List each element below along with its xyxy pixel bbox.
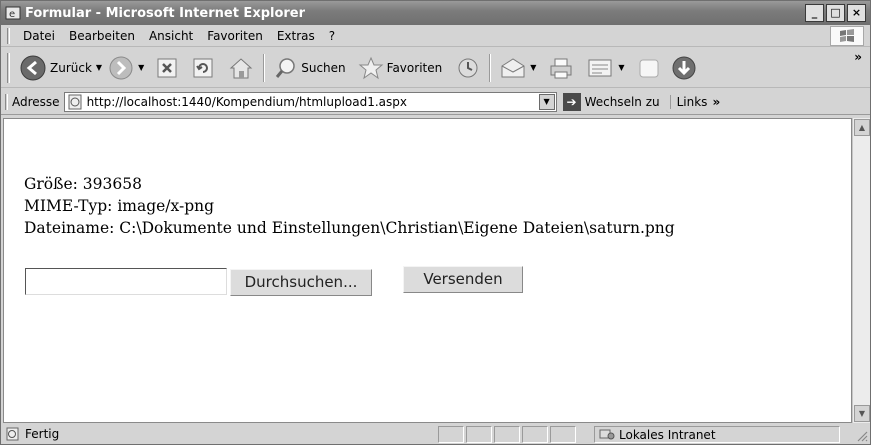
scroll-down-icon[interactable]: ▼ [854,405,870,422]
menu-help[interactable]: ? [322,29,342,43]
print-button[interactable] [545,52,577,84]
page-content: Größe: 393658 MIME-Typ: image/x-png Date… [3,118,852,423]
window-title: Formular - Microsoft Internet Explorer [25,5,306,21]
messenger-button[interactable] [668,52,700,84]
address-dropdown-icon[interactable]: ▼ [538,93,555,110]
discuss-button[interactable] [634,52,664,84]
mail-icon [501,57,525,77]
menu-extras[interactable]: Extras [270,29,322,43]
submit-button[interactable]: Versenden [403,266,523,293]
scroll-up-icon[interactable]: ▲ [854,119,870,136]
intranet-icon [599,429,615,440]
ie-logo-icon: e [5,6,21,20]
toolbar-grip[interactable] [7,52,10,83]
status-bar: Fertig Lokales Intranet [1,424,870,444]
home-button[interactable] [225,52,257,84]
go-arrow-icon: ➔ [562,92,581,111]
address-url: http://localhost:1440/Kompendium/htmlupl… [86,94,407,109]
vertical-scrollbar[interactable]: ▲ ▼ [852,118,870,423]
maximize-button[interactable]: □ [826,4,845,22]
go-label: Wechseln zu [584,94,660,109]
status-panel [494,426,520,443]
zone-label: Lokales Intranet [619,427,716,442]
title-bar: e Formular - Microsoft Internet Explorer… [1,1,870,25]
back-arrow-icon [20,55,46,80]
menu-bar: Datei Bearbeiten Ansicht Favoriten Extra… [1,25,870,47]
forward-button[interactable]: ▼ [105,52,147,84]
status-panel [438,426,464,443]
forward-arrow-icon [109,56,133,79]
file-name-text: Dateiname: C:\Dokumente und Einstellunge… [24,219,675,237]
menu-datei[interactable]: Datei [16,29,62,43]
edit-dropdown-icon[interactable]: ▼ [618,63,624,72]
search-label: Suchen [301,60,346,75]
resize-grip-icon[interactable] [856,430,868,442]
history-button[interactable] [453,52,483,84]
status-panel [550,426,576,443]
address-input[interactable]: http://localhost:1440/Kompendium/htmlupl… [63,91,557,112]
toolbar-separator [263,53,266,82]
window-controls: _ □ × [805,4,866,22]
stop-button[interactable] [153,52,181,84]
back-dropdown-icon[interactable]: ▼ [96,63,102,72]
printer-icon [550,58,572,78]
refresh-icon [193,58,213,77]
stop-icon [157,58,177,77]
history-icon [458,58,478,77]
forward-dropdown-icon[interactable]: ▼ [138,63,144,72]
edit-icon [588,59,612,76]
address-grip[interactable] [5,93,8,110]
browse-button[interactable]: Durchsuchen... [230,269,372,296]
favorites-button[interactable]: Favoriten [355,52,446,84]
menu-bearbeiten[interactable]: Bearbeiten [62,29,142,43]
browser-window: e Formular - Microsoft Internet Explorer… [0,0,871,445]
windows-logo-icon [830,26,864,46]
status-panel [466,426,492,443]
toolbar-overflow-icon[interactable]: » [854,50,862,64]
status-panels [438,426,578,443]
back-button[interactable]: Zurück ▼ [16,52,105,84]
menu-grip[interactable] [7,27,10,44]
file-size-text: Größe: 393658 [24,175,142,193]
discuss-icon [639,59,659,77]
page-icon [68,94,82,109]
back-label: Zurück [50,60,92,75]
links-overflow-icon[interactable]: » [712,95,720,109]
page-done-icon [6,427,19,441]
favorites-label: Favoriten [386,60,443,75]
file-path-input[interactable] [25,268,227,295]
minimize-button[interactable]: _ [805,4,824,22]
standard-toolbar: Zurück ▼ ▼ Suchen Favoriten ▼ ▼ » [1,48,870,88]
svg-text:e: e [9,9,15,20]
edit-button[interactable]: ▼ [583,52,627,84]
status-text: Fertig [25,427,60,441]
mail-button[interactable]: ▼ [497,52,539,84]
refresh-button[interactable] [189,52,217,84]
download-arrow-icon [672,56,696,79]
menu-ansicht[interactable]: Ansicht [142,29,200,43]
close-button[interactable]: × [847,4,866,22]
links-button[interactable]: Links » [669,94,720,109]
toolbar-separator [489,53,492,82]
search-button[interactable]: Suchen [271,52,348,84]
security-zone[interactable]: Lokales Intranet [594,426,840,443]
go-button[interactable]: ➔ Wechseln zu [562,92,660,111]
links-label: Links [676,94,708,109]
mail-dropdown-icon[interactable]: ▼ [530,63,536,72]
upload-info: Größe: 393658 MIME-Typ: image/x-png Date… [24,173,675,239]
home-icon [229,57,253,78]
status-panel [522,426,548,443]
menu-favoriten[interactable]: Favoriten [200,29,270,43]
search-icon [276,57,295,78]
address-label: Adresse [12,94,60,109]
star-icon [358,56,384,79]
address-bar: Adresse http://localhost:1440/Kompendium… [1,89,870,115]
mime-type-text: MIME-Typ: image/x-png [24,197,215,215]
